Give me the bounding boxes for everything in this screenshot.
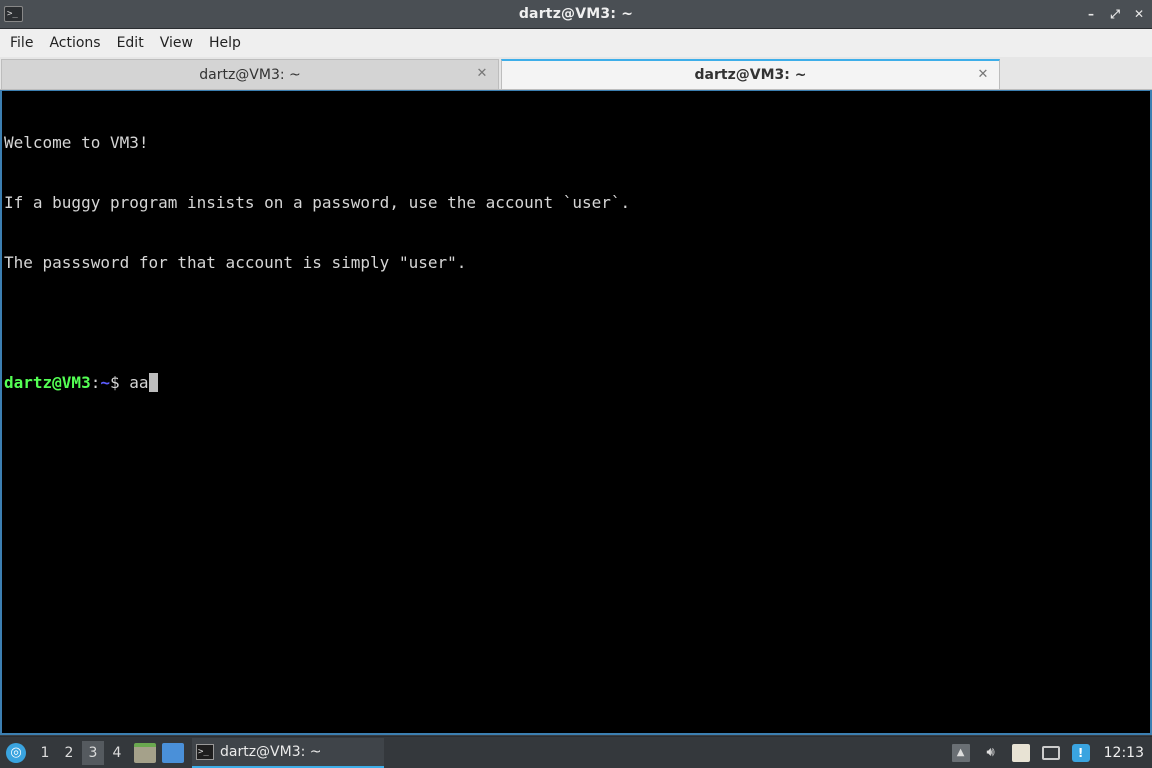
- taskbar-window-terminal[interactable]: >_ dartz@VM3: ~: [192, 737, 384, 768]
- show-desktop-icon[interactable]: [162, 742, 184, 763]
- taskbar-window-label: dartz@VM3: ~: [220, 743, 322, 760]
- desktop-4[interactable]: 4: [106, 741, 128, 765]
- menu-view[interactable]: View: [152, 29, 201, 57]
- terminal-app-icon[interactable]: >_: [4, 6, 23, 22]
- tab-close-icon[interactable]: ✕: [474, 66, 490, 82]
- text-cursor: [148, 373, 158, 392]
- tab-close-icon[interactable]: ✕: [975, 67, 991, 83]
- terminal-icon: >_: [196, 743, 214, 760]
- tab-label: dartz@VM3: ~: [694, 67, 807, 83]
- command-input[interactable]: aa: [129, 373, 148, 392]
- menu-edit[interactable]: Edit: [109, 29, 152, 57]
- tab-2[interactable]: dartz@VM3: ~ ✕: [501, 59, 1000, 89]
- tab-1[interactable]: dartz@VM3: ~ ✕: [1, 59, 499, 89]
- minimize-button[interactable]: –: [1084, 6, 1098, 22]
- menubar: File Actions Edit View Help: [0, 29, 1152, 57]
- menu-actions[interactable]: Actions: [41, 29, 108, 57]
- desktop-1[interactable]: 1: [34, 741, 56, 765]
- close-button[interactable]: ✕: [1132, 6, 1146, 22]
- tray-expand-icon[interactable]: ▲: [951, 744, 970, 762]
- desktop-3[interactable]: 3: [82, 740, 104, 765]
- file-manager-icon[interactable]: [134, 742, 156, 763]
- taskbar: ◎ 1 2 3 4 >_ dartz@VM3: ~ ▲ 🔊︎ ! 12:13: [0, 736, 1152, 768]
- prompt-line[interactable]: dartz@VM3:~$ aa: [4, 373, 1150, 393]
- lubuntu-start-icon: ◎: [6, 742, 26, 763]
- prompt-path: ~: [100, 373, 110, 392]
- update-notifier-icon[interactable]: !: [1071, 744, 1090, 762]
- desktop-2[interactable]: 2: [58, 741, 80, 765]
- terminal-area[interactable]: Welcome to VM3! If a buggy program insis…: [0, 90, 1152, 735]
- clipboard-icon[interactable]: [1011, 744, 1030, 762]
- tab-label: dartz@VM3: ~: [199, 66, 301, 83]
- terminal-line: If a buggy program insists on a password…: [4, 193, 631, 212]
- network-icon[interactable]: [1041, 746, 1060, 760]
- window-titlebar[interactable]: >_ dartz@VM3: ~ – ⤢ ✕: [0, 0, 1152, 29]
- prompt-symbol: $: [109, 373, 130, 392]
- clock[interactable]: 12:13: [1104, 745, 1144, 761]
- maximize-button[interactable]: ⤢: [1108, 6, 1122, 22]
- terminal-line: The passsword for that account is simply…: [4, 253, 467, 272]
- start-menu-button[interactable]: ◎: [0, 737, 32, 768]
- volume-icon[interactable]: 🔊︎: [982, 744, 1000, 762]
- system-tray: ▲ 🔊︎ ! 12:13: [951, 737, 1152, 768]
- tab-bar: dartz@VM3: ~ ✕ dartz@VM3: ~ ✕: [0, 57, 1152, 90]
- menu-help[interactable]: Help: [201, 29, 249, 57]
- prompt-user-host: dartz@VM3: [4, 373, 91, 392]
- menu-file[interactable]: File: [2, 29, 41, 57]
- window-title: dartz@VM3: ~: [518, 6, 634, 22]
- terminal-line: Welcome to VM3!: [4, 133, 149, 152]
- prompt-separator: :: [90, 373, 101, 392]
